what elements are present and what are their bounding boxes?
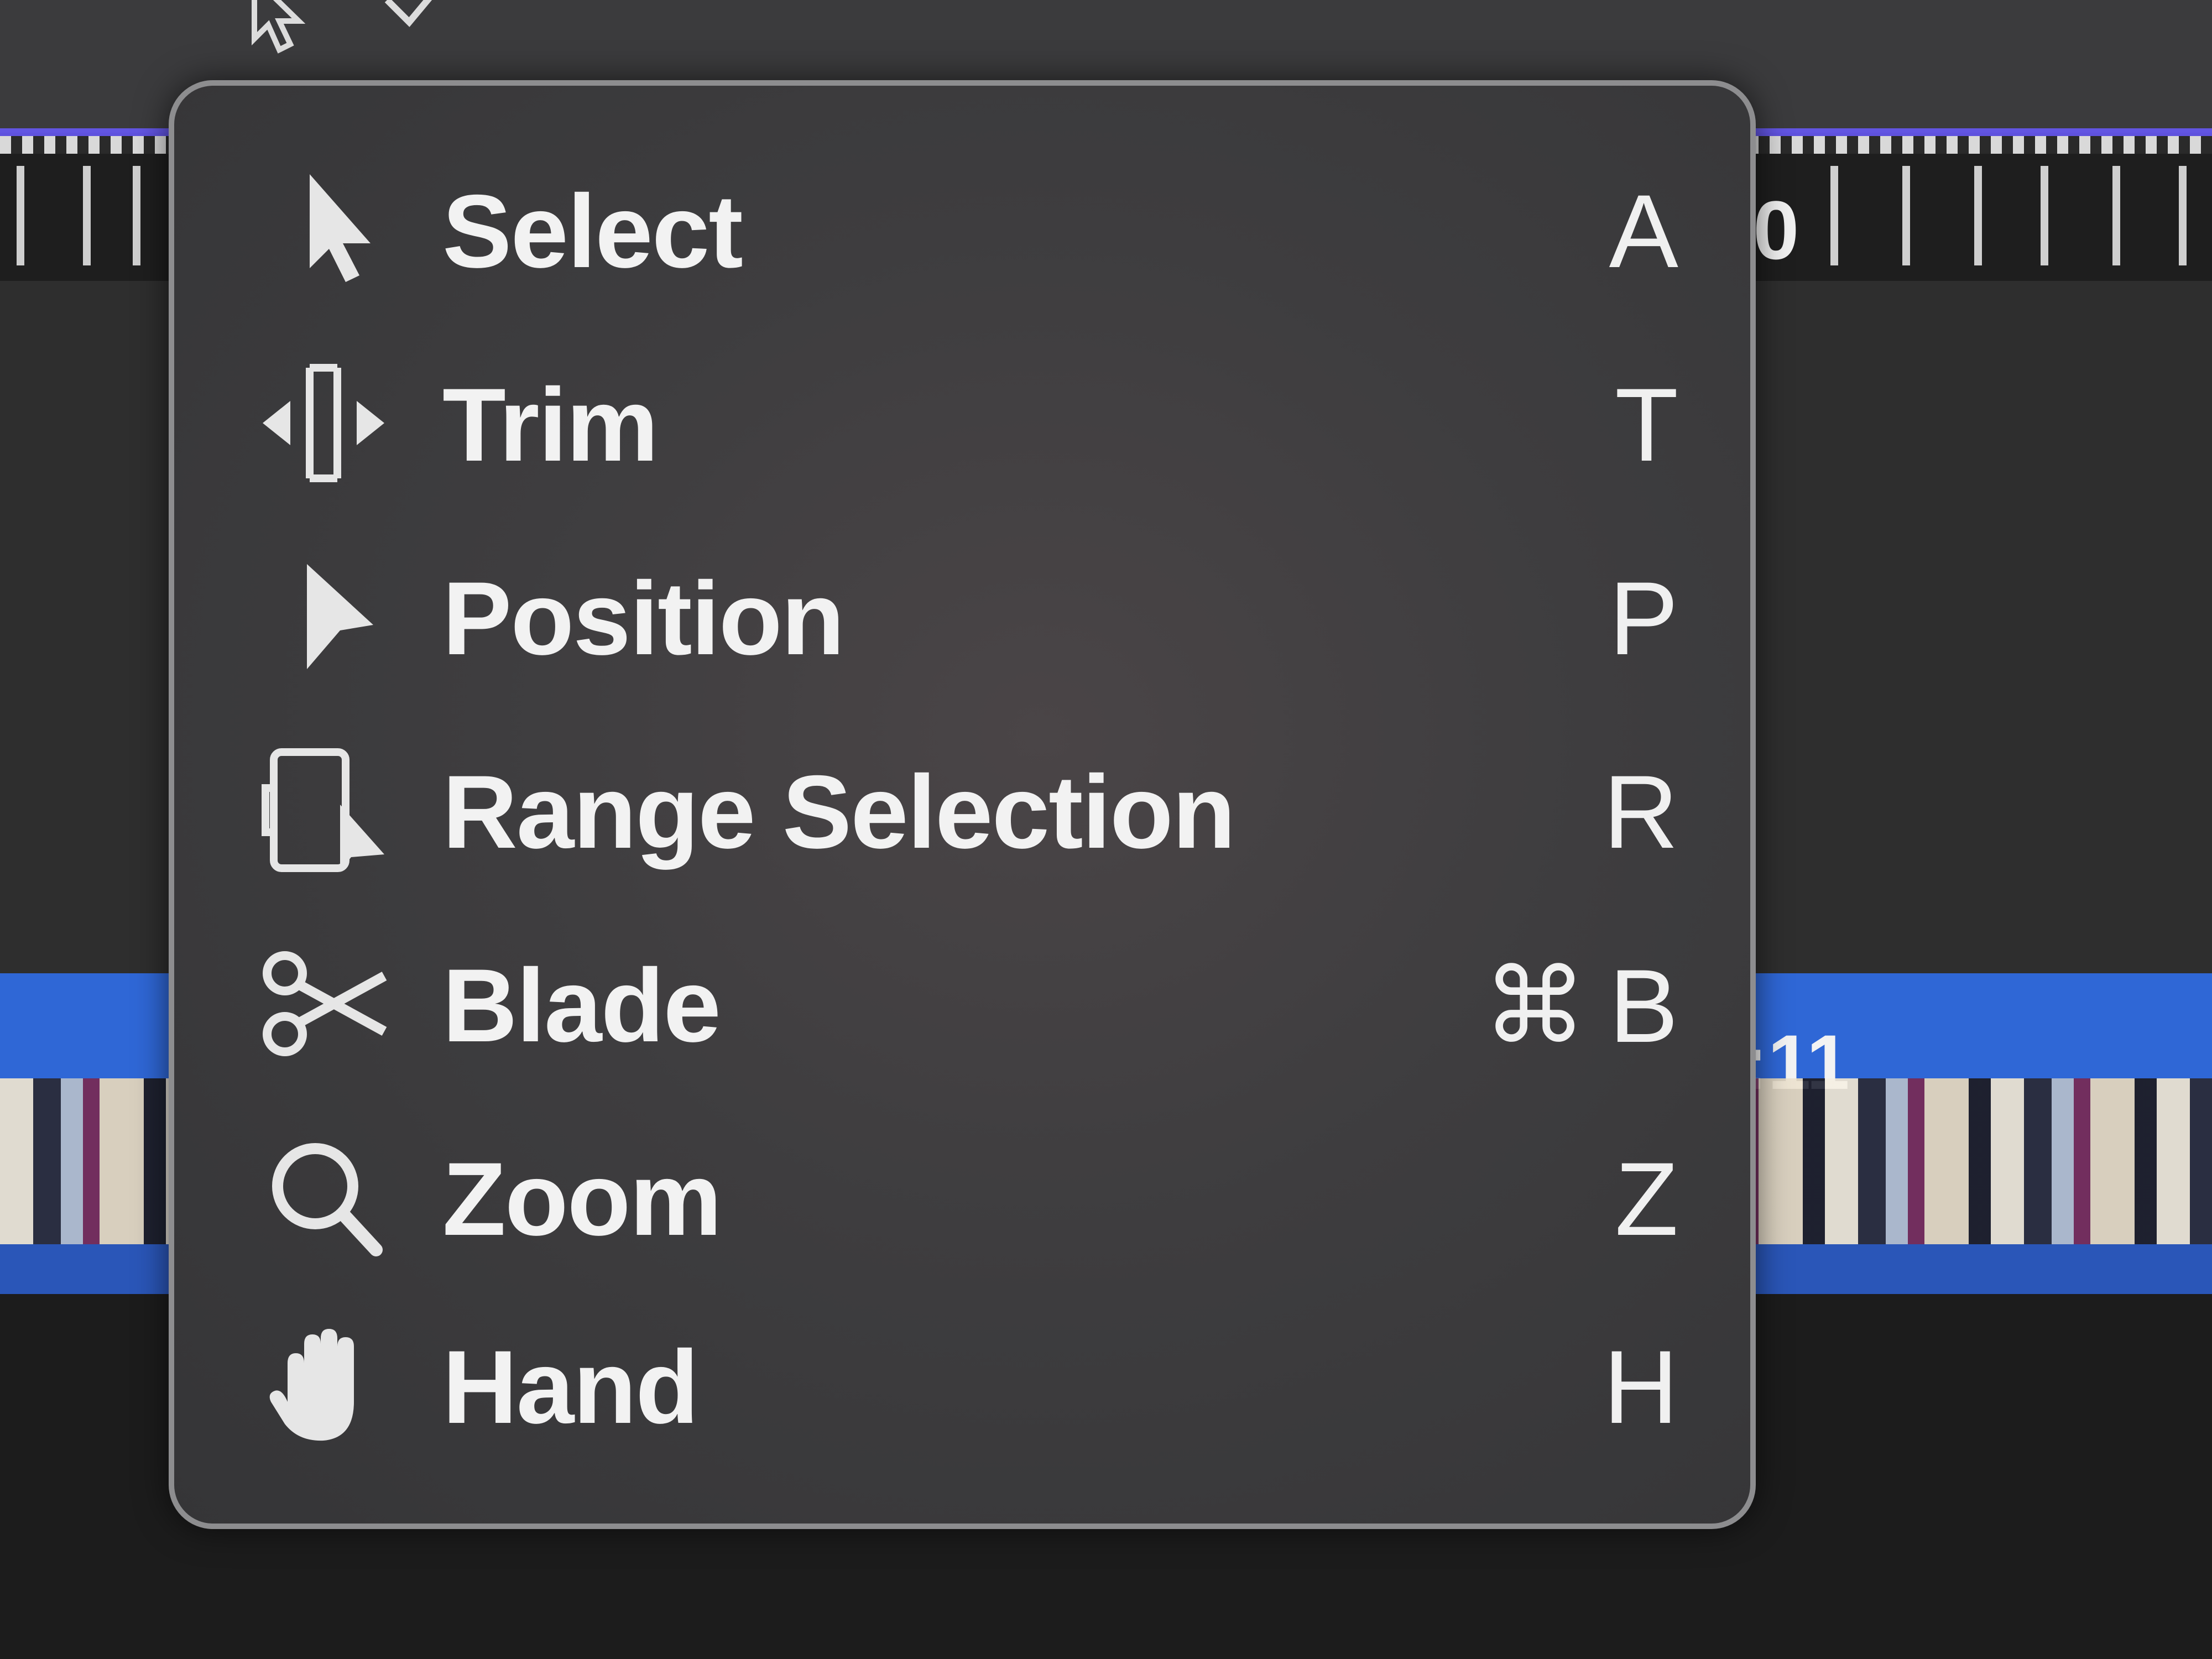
menu-item-label: Blade	[442, 947, 721, 1063]
menu-item-range-selection[interactable]: Range Selection R	[252, 722, 1689, 899]
menu-item-position[interactable]: Position P	[252, 528, 1689, 705]
range-selection-icon	[252, 744, 395, 877]
tools-popup-menu: Select A Trim T Position P Range Selecti…	[169, 80, 1756, 1529]
menu-item-shortcut: A	[1587, 171, 1678, 291]
menu-item-blade[interactable]: Blade ⌘ B	[252, 915, 1689, 1092]
ruler-tick	[133, 166, 140, 265]
shortcut-key: H	[1603, 1329, 1678, 1445]
menu-item-shortcut: R	[1581, 752, 1678, 872]
position-arrow-icon	[252, 550, 395, 683]
shortcut-modifier: ⌘	[1483, 948, 1587, 1064]
menu-item-zoom[interactable]: Zoom Z	[252, 1109, 1689, 1286]
menu-item-label: Hand	[442, 1329, 699, 1445]
ruler-tick	[1830, 166, 1838, 265]
ruler-tick	[2041, 166, 2048, 265]
menu-item-label: Position	[442, 560, 845, 676]
magnifier-icon	[252, 1131, 395, 1264]
menu-item-label: Select	[442, 173, 743, 289]
hand-icon	[252, 1319, 395, 1452]
ruler-tick	[1902, 166, 1910, 265]
trim-icon	[252, 357, 395, 489]
menu-item-trim[interactable]: Trim T	[252, 335, 1689, 512]
menu-item-shortcut: H	[1581, 1327, 1678, 1447]
shortcut-key: A	[1609, 173, 1678, 289]
shortcut-key: R	[1603, 754, 1678, 870]
menu-item-label: Zoom	[442, 1141, 722, 1257]
toolbar-tool-icons[interactable]	[243, 0, 476, 66]
ruler-tick	[83, 166, 91, 265]
ruler-tick	[2179, 166, 2187, 265]
arrow-pointer-icon	[252, 163, 395, 296]
menu-item-shortcut: ⌘ B	[1483, 946, 1678, 1067]
menu-item-shortcut: P	[1587, 559, 1678, 678]
ruler-tick	[2112, 166, 2120, 265]
ruler-tick	[17, 166, 24, 265]
tool-pointer-icon	[252, 0, 432, 54]
menu-item-shortcut: Z	[1593, 1139, 1678, 1259]
menu-item-label: Range Selection	[442, 754, 1236, 870]
shortcut-key: P	[1609, 560, 1678, 676]
shortcut-key: T	[1615, 367, 1678, 483]
menu-item-select[interactable]: Select A	[252, 141, 1689, 318]
menu-item-hand[interactable]: Hand H	[252, 1297, 1689, 1474]
shortcut-key: B	[1609, 948, 1678, 1064]
ruler-timecode: 0	[1753, 184, 1799, 276]
ruler-tick	[1974, 166, 1982, 265]
final-cut-timeline-window: 0 :11 Select A Trim T Position P Range S…	[0, 0, 2212, 1659]
menu-item-label: Trim	[442, 367, 659, 483]
shortcut-key: Z	[1615, 1141, 1678, 1257]
menu-item-shortcut: T	[1593, 365, 1678, 484]
scissors-icon	[252, 937, 395, 1070]
